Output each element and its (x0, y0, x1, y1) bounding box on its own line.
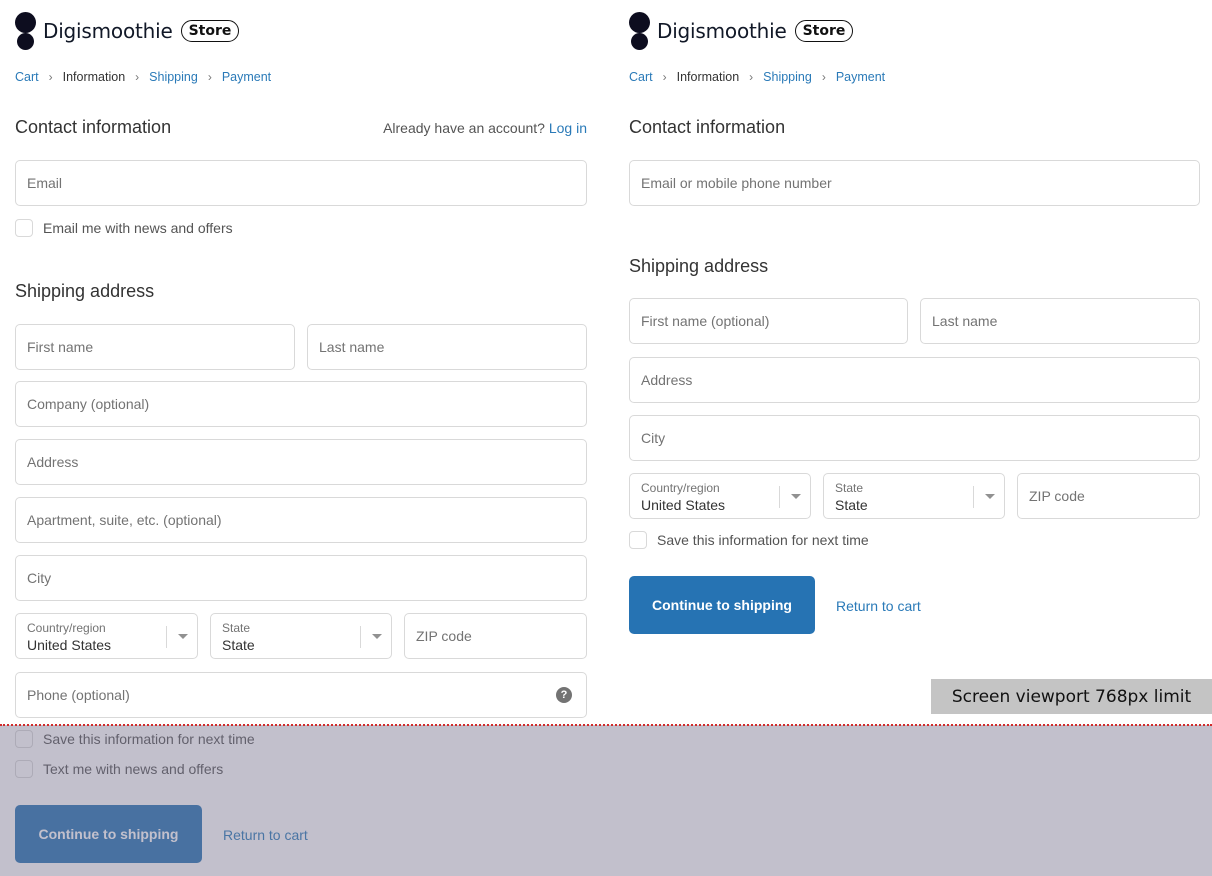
brand-mark-icon (629, 12, 650, 50)
breadcrumb-payment[interactable]: Payment (222, 70, 271, 84)
breadcrumb-shipping[interactable]: Shipping (763, 70, 812, 84)
apartment-field[interactable] (15, 497, 587, 543)
account-prompt-text: Already have an account? (383, 120, 545, 136)
address-field[interactable] (629, 357, 1200, 403)
chevron-right-icon: › (749, 70, 754, 84)
country-label: Country/region (27, 621, 106, 635)
state-value: State (835, 497, 868, 513)
save-info-label: Save this information for next time (657, 532, 869, 548)
last-name-field[interactable] (920, 298, 1200, 344)
last-name-field[interactable] (307, 324, 587, 370)
breadcrumb-cart[interactable]: Cart (15, 70, 39, 84)
address-field[interactable] (15, 439, 587, 485)
breadcrumb-payment[interactable]: Payment (836, 70, 885, 84)
return-to-cart-link[interactable]: Return to cart (836, 598, 921, 614)
account-prompt: Already have an account? Log in (383, 120, 587, 136)
newsletter-option[interactable]: Email me with news and offers (15, 219, 233, 237)
login-link[interactable]: Log in (549, 120, 587, 136)
breadcrumb: Cart › Information › Shipping › Payment (629, 70, 885, 84)
state-select[interactable]: State State (823, 473, 1005, 519)
save-info-option[interactable]: Save this information for next time (629, 531, 869, 549)
country-label: Country/region (641, 481, 720, 495)
chevron-right-icon: › (662, 70, 667, 84)
address-input[interactable] (630, 358, 1199, 402)
brand-name: Digismoothie (657, 19, 787, 43)
contact-section-title: Contact information (629, 117, 786, 137)
breadcrumb-shipping[interactable]: Shipping (149, 70, 198, 84)
store-logo[interactable]: Digismoothie Store (15, 12, 240, 50)
company-field[interactable] (15, 381, 587, 427)
first-name-input[interactable] (630, 299, 907, 343)
zip-input[interactable] (405, 614, 586, 658)
newsletter-checkbox[interactable] (15, 219, 33, 237)
viewport-limit-line (0, 724, 1212, 726)
continue-to-shipping-button[interactable]: Continue to shipping (629, 576, 815, 634)
email-field[interactable] (15, 160, 587, 206)
breadcrumb-information: Information (676, 70, 740, 84)
phone-field[interactable]: ? (15, 672, 587, 718)
shipping-section-title: Shipping address (629, 256, 769, 276)
help-icon[interactable]: ? (556, 687, 572, 703)
state-label: State (835, 481, 864, 495)
select-divider (166, 626, 167, 648)
viewport-limit-label: Screen viewport 768px limit (931, 679, 1212, 714)
chevron-down-icon (791, 494, 801, 499)
brand-mark-icon (15, 12, 36, 50)
shipping-section-title: Shipping address (15, 281, 155, 301)
state-select[interactable]: State State (210, 613, 392, 659)
company-input[interactable] (16, 382, 586, 426)
first-name-input[interactable] (16, 325, 294, 369)
zip-field[interactable] (1017, 473, 1200, 519)
country-value: United States (641, 497, 726, 513)
email-or-phone-input[interactable] (630, 161, 1199, 205)
zip-field[interactable] (404, 613, 587, 659)
newsletter-label: Email me with news and offers (43, 220, 233, 236)
store-logo[interactable]: Digismoothie Store (629, 12, 854, 50)
select-divider (360, 626, 361, 648)
country-select[interactable]: Country/region United States (629, 473, 811, 519)
zip-input[interactable] (1018, 474, 1199, 518)
store-badge: Store (180, 20, 240, 42)
below-viewport-overlay (0, 725, 1212, 876)
select-divider (779, 486, 780, 508)
chevron-down-icon (372, 634, 382, 639)
phone-input[interactable] (16, 673, 586, 717)
save-info-checkbox[interactable] (629, 531, 647, 549)
chevron-right-icon: › (821, 70, 826, 84)
state-value: State (222, 637, 255, 653)
apartment-input[interactable] (16, 498, 586, 542)
last-name-input[interactable] (921, 299, 1199, 343)
first-name-field[interactable] (629, 298, 908, 344)
last-name-input[interactable] (308, 325, 586, 369)
breadcrumb-information: Information (62, 70, 126, 84)
chevron-right-icon: › (48, 70, 53, 84)
chevron-right-icon: › (135, 70, 140, 84)
country-value: United States (27, 637, 112, 653)
city-field[interactable] (629, 415, 1200, 461)
city-input[interactable] (16, 556, 586, 600)
contact-section-title: Contact information (15, 117, 172, 137)
email-input[interactable] (16, 161, 586, 205)
breadcrumb: Cart › Information › Shipping › Payment (15, 70, 271, 84)
city-input[interactable] (630, 416, 1199, 460)
state-label: State (222, 621, 251, 635)
country-select[interactable]: Country/region United States (15, 613, 198, 659)
chevron-right-icon: › (207, 70, 212, 84)
chevron-down-icon (178, 634, 188, 639)
first-name-field[interactable] (15, 324, 295, 370)
store-badge: Store (794, 20, 854, 42)
city-field[interactable] (15, 555, 587, 601)
chevron-down-icon (985, 494, 995, 499)
brand-name: Digismoothie (43, 19, 173, 43)
address-input[interactable] (16, 440, 586, 484)
select-divider (973, 486, 974, 508)
email-or-phone-field[interactable] (629, 160, 1200, 206)
breadcrumb-cart[interactable]: Cart (629, 70, 653, 84)
